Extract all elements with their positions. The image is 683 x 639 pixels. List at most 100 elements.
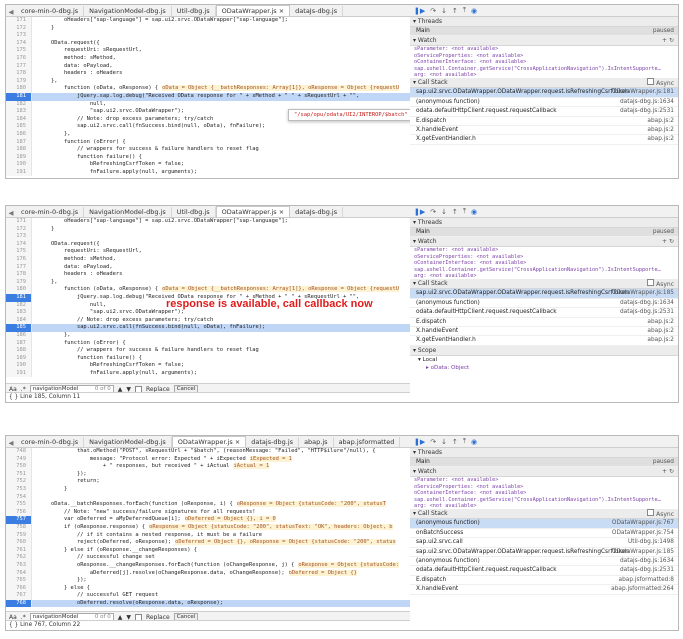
watch-header[interactable]: ▾ Watch + ↻ [410, 36, 678, 47]
stack-frame[interactable]: X.handleEvent abap.jsformatted:264 [410, 585, 678, 595]
watch-add-refresh-icon[interactable]: + ↻ [662, 36, 674, 45]
line-number[interactable]: 764 [6, 569, 32, 578]
thread-main[interactable]: Main paused [410, 27, 678, 37]
breakpoint-line-number[interactable]: 757 [6, 516, 32, 524]
stack-frame[interactable]: (anonymous function) datajs-dbg.js:1634 [410, 299, 678, 309]
breakpoint-line-number[interactable]: 181 [6, 92, 32, 101]
stack-frame[interactable]: X.getEventHandler.h abap.js:2 [410, 336, 678, 346]
line-number[interactable]: 762 [6, 554, 32, 562]
tab-abap-formatted[interactable]: abap.jsformatted [334, 437, 401, 447]
frame-loc[interactable]: abap.js:2 [647, 327, 674, 335]
tab-odatawrapper[interactable]: ODataWrapper.js × [171, 436, 247, 447]
line-number[interactable]: 188 [6, 347, 32, 355]
deactivate-breakpoints-icon[interactable]: ⤒ [463, 6, 466, 15]
stack-frame[interactable]: X.handleEvent abap.js:2 [410, 126, 678, 136]
line-number[interactable]: 185 [6, 123, 32, 131]
async-toggle[interactable]: Async [647, 279, 674, 289]
line-number[interactable]: 176 [6, 255, 32, 264]
step-into-icon[interactable]: ↓ [441, 438, 447, 446]
step-into-icon[interactable]: ↓ [441, 208, 447, 216]
resume-icon[interactable]: ❚▶ [414, 7, 425, 15]
braces-icon[interactable]: { } [9, 622, 18, 628]
line-number[interactable]: 749 [6, 455, 32, 464]
frame-loc[interactable]: abap.js:2 [647, 117, 674, 125]
stack-frame[interactable]: E.dispatch abap.jsformatted:8 [410, 576, 678, 586]
pause-on-exceptions-icon[interactable]: ◉ [471, 208, 477, 216]
frame-loc[interactable]: ODataWrapper.js:181 [612, 88, 674, 96]
line-number[interactable]: 766 [6, 584, 32, 593]
resume-icon[interactable]: ❚▶ [414, 208, 425, 216]
stack-frame[interactable]: E.dispatch abap.js:2 [410, 318, 678, 327]
frame-loc[interactable]: abap.js:2 [647, 336, 674, 344]
line-number[interactable]: 751 [6, 470, 32, 479]
step-out-icon[interactable]: ↑ [452, 7, 458, 15]
line-number[interactable]: 188 [6, 146, 32, 154]
step-over-icon[interactable]: ↷ [430, 208, 436, 216]
line-number[interactable]: 191 [6, 168, 32, 177]
async-checkbox[interactable] [647, 509, 655, 517]
line-number[interactable]: 180 [6, 85, 32, 93]
tab-core-min[interactable]: core-min-0-dbg.js [16, 207, 85, 217]
line-number[interactable]: 172 [6, 225, 32, 234]
stack-frame[interactable]: X.getEventHandler.h abap.js:2 [410, 135, 678, 145]
line-number[interactable]: 184 [6, 115, 32, 124]
tab-odatawrapper[interactable]: ODataWrapper.js × [215, 206, 291, 217]
threads-header[interactable]: ▾ Threads [410, 448, 678, 458]
stack-frame[interactable]: (anonymous function) ODataWrapper.js:767 [410, 519, 678, 529]
breakpoint-line-number[interactable]: 181 [6, 293, 32, 302]
line-number[interactable]: 171 [6, 218, 32, 226]
line-number[interactable]: 187 [6, 339, 32, 348]
thread-main[interactable]: Main paused [410, 228, 678, 238]
callstack-header[interactable]: ▾ Call Stack Async [410, 509, 678, 520]
stack-frame[interactable]: X.handleEvent abap.js:2 [410, 327, 678, 337]
tab-odatawrapper[interactable]: ODataWrapper.js × [215, 5, 291, 16]
line-number[interactable]: 767 [6, 592, 32, 600]
watch-header[interactable]: ▾ Watch + ↻ [410, 237, 678, 248]
async-checkbox[interactable] [647, 78, 655, 86]
pause-on-exceptions-icon[interactable]: ◉ [471, 7, 477, 15]
stack-frame[interactable]: sap.ui2.srvc.call Util-dbg.js:1498 [410, 538, 678, 548]
line-number[interactable]: 186 [6, 331, 32, 340]
tab-navigationmodel[interactable]: NavigationModel-dbg.js [84, 437, 172, 447]
callstack-header[interactable]: ▾ Call Stack Async [410, 279, 678, 290]
stack-frame[interactable]: (anonymous function) datajs-dbg.js:1634 [410, 557, 678, 567]
threads-header[interactable]: ▾ Threads [410, 218, 678, 228]
line-number[interactable]: 173 [6, 233, 32, 241]
frame-loc[interactable]: Util-dbg.js:1498 [628, 538, 674, 546]
watch-add-refresh-icon[interactable]: + ↻ [662, 237, 674, 246]
watch-add-refresh-icon[interactable]: + ↻ [662, 467, 674, 476]
tab-datajs[interactable]: dataJs-dbg.js [290, 6, 344, 16]
line-number[interactable]: 761 [6, 546, 32, 555]
breakpoint-line-number[interactable]: 768 [6, 599, 32, 608]
frame-loc[interactable]: ODataWrapper.js:185 [612, 548, 674, 556]
line-number[interactable]: 189 [6, 354, 32, 363]
deactivate-breakpoints-icon[interactable]: ⤒ [463, 207, 466, 216]
stack-frame[interactable]: onBatchSuccess ODataWrapper.js:754 [410, 529, 678, 539]
line-number[interactable]: 190 [6, 362, 32, 370]
line-number[interactable]: 759 [6, 531, 32, 540]
line-number[interactable]: 752 [6, 478, 32, 486]
line-number[interactable]: 189 [6, 153, 32, 162]
callstack-header[interactable]: ▾ Call Stack Async [410, 78, 678, 89]
line-number[interactable]: 750 [6, 463, 32, 471]
tab-datajs[interactable]: datajs-dbg.js [246, 437, 300, 447]
stack-frame[interactable]: odata.defaultHttpClient.request.requestC… [410, 566, 678, 576]
frame-loc[interactable]: abap.js:2 [647, 318, 674, 326]
tab-datajs[interactable]: dataJs-dbg.js [290, 207, 344, 217]
threads-header[interactable]: ▾ Threads [410, 17, 678, 27]
line-number[interactable]: 191 [6, 369, 32, 378]
step-over-icon[interactable]: ↷ [430, 438, 436, 446]
deactivate-breakpoints-icon[interactable]: ⤒ [463, 437, 466, 446]
line-number[interactable]: 748 [6, 448, 32, 456]
navigator-toggle-icon[interactable]: ◀ [6, 8, 16, 16]
breakpoint-line-number[interactable]: 185 [6, 324, 32, 332]
line-number[interactable]: 183 [6, 108, 32, 116]
step-out-icon[interactable]: ↑ [452, 208, 458, 216]
braces-icon[interactable]: { } [9, 394, 18, 400]
line-number[interactable]: 187 [6, 138, 32, 147]
line-number[interactable]: 753 [6, 485, 32, 494]
frame-loc[interactable]: ODataWrapper.js:185 [612, 289, 674, 297]
scope-var-odata[interactable]: ▸ oData: Object [410, 364, 678, 372]
tab-util[interactable]: Util-dbg.js [172, 207, 216, 217]
stack-frame[interactable]: odata.defaultHttpClient.request.requestC… [410, 107, 678, 117]
